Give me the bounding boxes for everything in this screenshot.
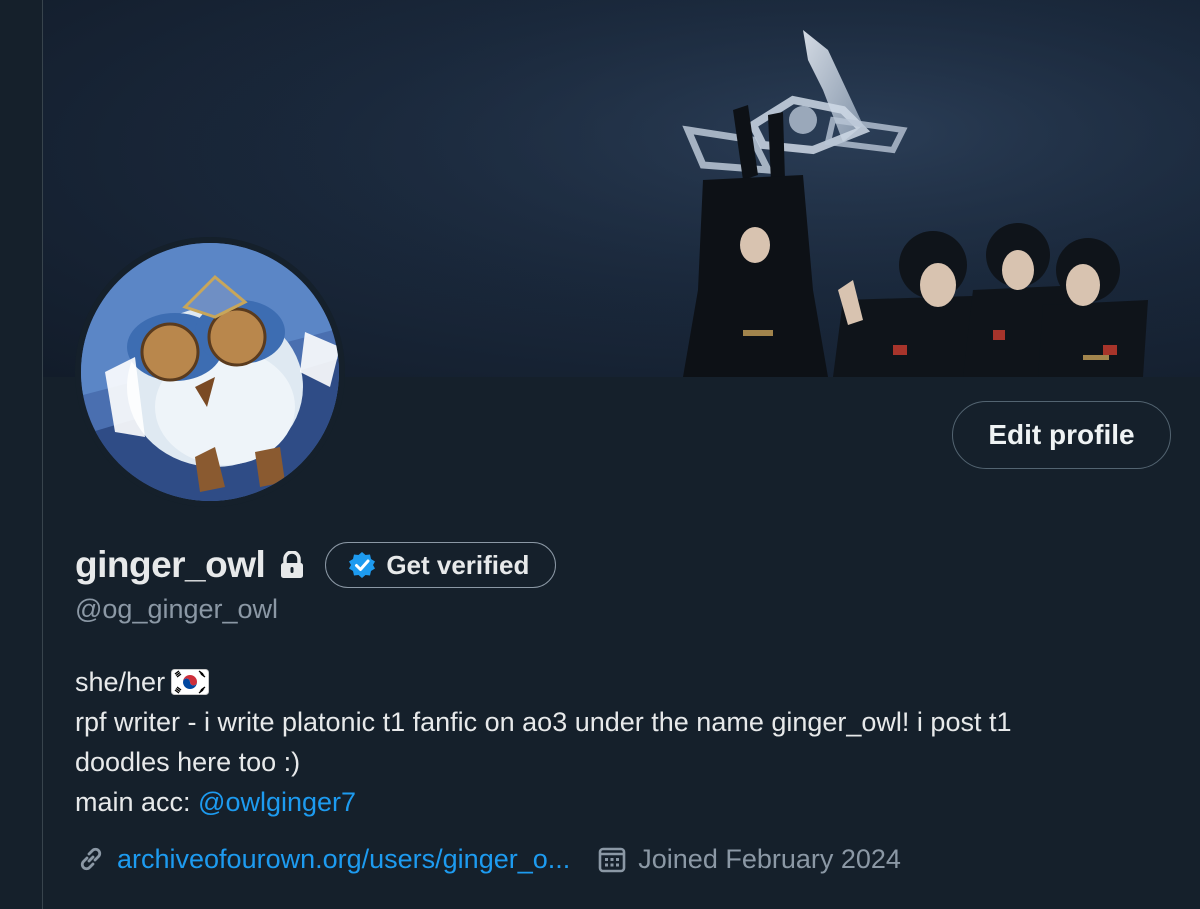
- profile-meta-row: archiveofourown.org/users/ginger_o... Jo…: [75, 838, 901, 880]
- website-link[interactable]: archiveofourown.org/users/ginger_o...: [117, 844, 570, 875]
- bio-line-pronouns: she/her: [75, 662, 1175, 702]
- display-name: ginger_owl: [75, 544, 266, 585]
- joined-date-text: Joined February 2024: [638, 843, 901, 874]
- bio-line-doodles: doodles here too :): [75, 747, 301, 777]
- edit-profile-button[interactable]: Edit profile: [952, 401, 1171, 469]
- south-korea-flag-icon: [171, 666, 210, 695]
- get-verified-label: Get verified: [386, 549, 530, 580]
- bio-main-acc-prefix: main acc:: [75, 787, 199, 817]
- profile-avatar[interactable]: [75, 237, 345, 507]
- website-item: archiveofourown.org/users/ginger_o...: [75, 843, 570, 875]
- profile-bio: she/her rpf writer - i write platonic t1…: [75, 662, 1175, 822]
- profile-page: Edit profile ginger_owl Get verified @og…: [0, 0, 1200, 909]
- lock-icon: [279, 550, 305, 579]
- user-handle: @og_ginger_owl: [75, 594, 279, 624]
- bio-line-description: rpf writer - i write platonic t1 fanfic …: [75, 707, 1012, 737]
- main-account-mention-link[interactable]: @owlginger7: [198, 787, 356, 817]
- left-sidebar-edge: [0, 0, 43, 909]
- joined-date-item: Joined February 2024: [596, 843, 901, 875]
- calendar-icon: [596, 843, 628, 875]
- bio-pronouns: she/her: [75, 667, 166, 697]
- verified-badge-icon: [348, 551, 376, 579]
- link-icon: [75, 843, 107, 875]
- get-verified-button[interactable]: Get verified: [325, 542, 557, 588]
- bio-line-main-account: main acc: @owlginger7: [75, 782, 1175, 822]
- name-row: ginger_owl Get verified: [75, 540, 557, 590]
